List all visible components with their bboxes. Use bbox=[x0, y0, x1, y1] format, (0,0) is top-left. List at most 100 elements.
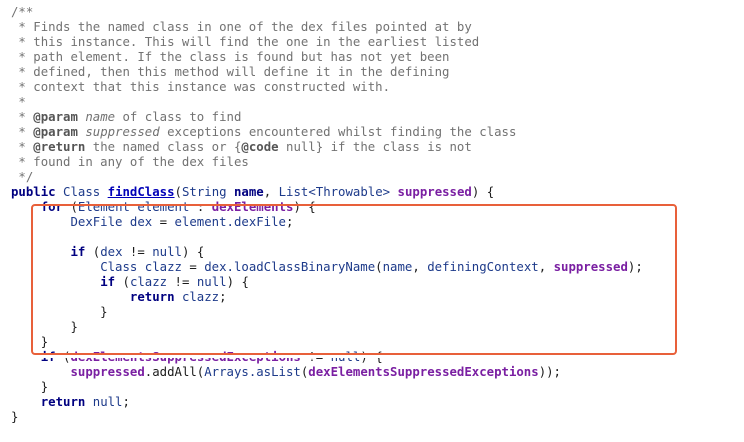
code-token-plain: } bbox=[11, 320, 78, 334]
code-line: * Finds the named class in one of the de… bbox=[11, 20, 643, 35]
code-token-keyword: return bbox=[129, 290, 175, 304]
code-token-comment: * bbox=[11, 110, 34, 124]
code-token-keyword: for bbox=[40, 200, 64, 214]
code-token-ident: Arrays.asList bbox=[204, 365, 301, 379]
code-token-plain: ( bbox=[115, 275, 130, 289]
code-token-comment: * this instance. This will find the one … bbox=[11, 35, 480, 49]
code-token-param-name: suppressed bbox=[85, 125, 160, 139]
code-token-plain: , bbox=[412, 260, 428, 274]
code-token-comment: */ bbox=[11, 170, 34, 184]
code-token-field: suppressed bbox=[397, 185, 472, 199]
code-token-ident: name bbox=[382, 260, 413, 274]
code-token-comment: * context that this instance was constru… bbox=[11, 80, 391, 94]
code-token-comment: the named class or { bbox=[85, 140, 242, 154]
code-token-ident: dex.loadClassBinaryName bbox=[204, 260, 376, 274]
code-token-plain: = bbox=[152, 215, 175, 229]
code-token-plain: )); bbox=[538, 365, 561, 379]
code-token-comment: * found in any of the dex files bbox=[11, 155, 249, 169]
code-line: Class clazz = dex.loadClassBinaryName(na… bbox=[11, 260, 643, 275]
code-token-plain: ) { bbox=[226, 275, 249, 289]
code-token-ident: definingContext bbox=[427, 260, 539, 274]
code-token-comment: * bbox=[11, 140, 34, 154]
annotation-overlap bbox=[33, 353, 413, 358]
code-line: DexFile dex = element.dexFile; bbox=[11, 215, 643, 230]
code-line: * found in any of the dex files bbox=[11, 155, 643, 170]
code-token-field: suppressed bbox=[553, 260, 628, 274]
code-token-plain: ( bbox=[174, 185, 182, 199]
code-token-plain: , bbox=[538, 260, 554, 274]
code-token-plain: .addAll( bbox=[144, 365, 205, 379]
code-line: public Class findClass(String name, List… bbox=[11, 185, 643, 200]
code-line: * path element. If the class is found bu… bbox=[11, 50, 643, 65]
code-token-keyword: if bbox=[70, 245, 86, 259]
code-line: * bbox=[11, 95, 643, 110]
code-token-comment: /** bbox=[11, 5, 34, 19]
code-token-ident: element.dexFile bbox=[174, 215, 286, 229]
code-line: * context that this instance was constru… bbox=[11, 80, 643, 95]
code-line: for (Element element : dexElements) { bbox=[11, 200, 643, 215]
code-token-ident: null bbox=[92, 395, 123, 409]
code-token-plain: ; bbox=[285, 215, 294, 229]
code-line: * @param name of class to find bbox=[11, 110, 643, 125]
code-token-field: dexElements bbox=[211, 200, 294, 214]
code-token-plain: ; bbox=[122, 395, 130, 409]
code-line: /** bbox=[11, 5, 643, 20]
code-token-tag: @param bbox=[33, 125, 78, 139]
code-token-ident: dex bbox=[100, 245, 123, 259]
code-token-comment: of class to find bbox=[115, 110, 242, 124]
code-token-plain: ( bbox=[85, 245, 101, 259]
code-token-param-name: name bbox=[85, 110, 116, 124]
code-line: } bbox=[11, 305, 643, 320]
code-token-ident: Element element bbox=[77, 200, 190, 214]
code-token-ident: null bbox=[196, 275, 227, 289]
code-token-tag: @code bbox=[241, 140, 279, 154]
code-token-comment: * bbox=[11, 95, 26, 109]
code-token-plain: } bbox=[11, 410, 19, 424]
code-token-plain: ) { bbox=[293, 200, 316, 214]
code-line: if (dex != null) { bbox=[11, 245, 643, 260]
code-token-comment: * bbox=[11, 125, 34, 139]
code-token-plain: ( bbox=[375, 260, 383, 274]
code-token-keyword: if bbox=[100, 275, 116, 289]
code-line: } bbox=[11, 380, 643, 395]
code-block: /** * Finds the named class in one of th… bbox=[11, 5, 643, 425]
code-token-comment: exceptions encountered whilst finding th… bbox=[159, 125, 517, 139]
code-token-plain: != bbox=[167, 275, 197, 289]
code-token-tag: @param bbox=[33, 110, 78, 124]
code-token-plain: = bbox=[181, 260, 205, 274]
code-token-method: findClass bbox=[107, 185, 175, 199]
code-line: * @param suppressed exceptions encounter… bbox=[11, 125, 643, 140]
code-token-plain: ( bbox=[63, 200, 78, 214]
code-line: * defined, then this method will define … bbox=[11, 65, 643, 80]
code-line: * @return the named class or {@code null… bbox=[11, 140, 643, 155]
code-line: * this instance. This will find the one … bbox=[11, 35, 643, 50]
code-line: } bbox=[11, 320, 643, 335]
code-token-type: List<Throwable> bbox=[278, 185, 391, 199]
code-token-type: String bbox=[181, 185, 227, 199]
code-line: return null; bbox=[11, 395, 643, 410]
code-token-plain: : bbox=[189, 200, 212, 214]
code-token-ident: clazz bbox=[181, 290, 220, 304]
code-token-plain: ) { bbox=[181, 245, 205, 259]
code-line: } bbox=[11, 335, 643, 350]
code-token-comment: * Finds the named class in one of the de… bbox=[11, 20, 472, 34]
code-token-plain: ) { bbox=[471, 185, 495, 199]
code-token-keyword: public bbox=[11, 185, 56, 199]
code-token-ident: clazz bbox=[129, 275, 168, 289]
code-token-plain: } bbox=[11, 380, 49, 394]
code-token-comment: * defined, then this method will define … bbox=[11, 65, 450, 79]
code-line: return clazz; bbox=[11, 290, 643, 305]
code-line: if (clazz != null) { bbox=[11, 275, 643, 290]
code-token-keyword: return bbox=[40, 395, 86, 409]
code-line: */ bbox=[11, 170, 643, 185]
code-token-keyword: name bbox=[234, 185, 264, 199]
